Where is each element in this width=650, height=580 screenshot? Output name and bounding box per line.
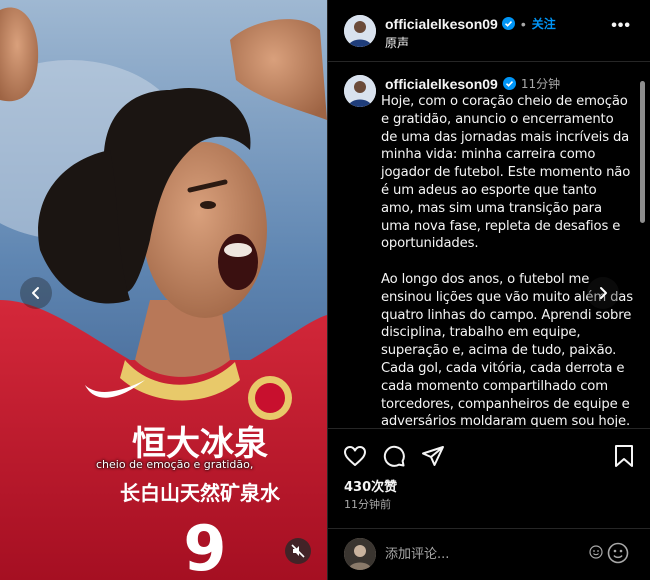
next-media-button[interactable]	[587, 277, 619, 309]
current-user-avatar	[344, 538, 376, 570]
avatar-image	[344, 538, 376, 570]
avatar-image	[344, 15, 376, 47]
ellipsis-icon: •••	[611, 17, 631, 34]
comment-input[interactable]	[385, 543, 585, 565]
prev-media-button[interactable]	[20, 277, 52, 309]
avatar[interactable]	[344, 15, 376, 47]
verified-badge-icon	[502, 77, 516, 90]
paper-plane-icon	[422, 446, 444, 466]
comment-composer	[328, 528, 650, 580]
separator-dot: •	[520, 15, 526, 32]
caption-paragraph: Hoje, com o coração cheio de emoção e gr…	[381, 94, 631, 252]
avatar-image	[344, 75, 376, 107]
chevron-right-icon	[600, 287, 607, 299]
comment-button[interactable]	[381, 443, 407, 469]
mute-button[interactable]	[285, 538, 311, 564]
jersey-sponsor-line2: 长白山天然矿泉水	[120, 481, 281, 505]
more-options-button[interactable]: •••	[611, 18, 631, 34]
caption-username-link[interactable]: officialelkeson09	[385, 76, 498, 92]
likes-count[interactable]: 430次赞	[344, 476, 397, 495]
small-smiley-icon[interactable]	[589, 545, 603, 559]
jersey-number: 9	[183, 512, 226, 580]
verified-badge-icon	[501, 17, 515, 30]
post-media[interactable]: 恒大冰泉 长白山天然矿泉水 9 cheio de emoção e gratid…	[0, 0, 327, 580]
audio-label[interactable]: 原声	[385, 34, 409, 51]
caption-time[interactable]: 11分钟	[521, 75, 560, 92]
like-button[interactable]	[342, 443, 368, 469]
caption-avatar[interactable]	[344, 75, 376, 107]
post-timestamp[interactable]: 11分钟前	[344, 496, 391, 512]
caption-scrollbar-thumb[interactable]	[640, 81, 645, 223]
share-button[interactable]	[420, 443, 446, 469]
smiley-icon[interactable]	[607, 542, 629, 564]
follow-button[interactable]: 关注	[532, 15, 556, 32]
heart-icon	[344, 446, 366, 466]
save-button[interactable]	[611, 443, 637, 469]
chevron-left-icon	[32, 287, 39, 299]
post-actions: 430次赞 11分钟前	[328, 428, 650, 528]
comment-bubble-icon	[383, 445, 405, 467]
caption-scroll-area[interactable]: officialelkeson09 11分钟 Hoje, com o coraç…	[328, 63, 650, 427]
video-subtitle: cheio de emoção e gratidão,	[96, 458, 254, 471]
caption-text: Hoje, com o coração cheio de emoção e gr…	[381, 93, 633, 427]
muted-speaker-icon	[291, 544, 305, 558]
username-link[interactable]: officialelkeson09	[385, 16, 498, 32]
bookmark-icon	[615, 445, 633, 467]
post-header: officialelkeson09 • 关注 原声 •••	[328, 0, 650, 62]
